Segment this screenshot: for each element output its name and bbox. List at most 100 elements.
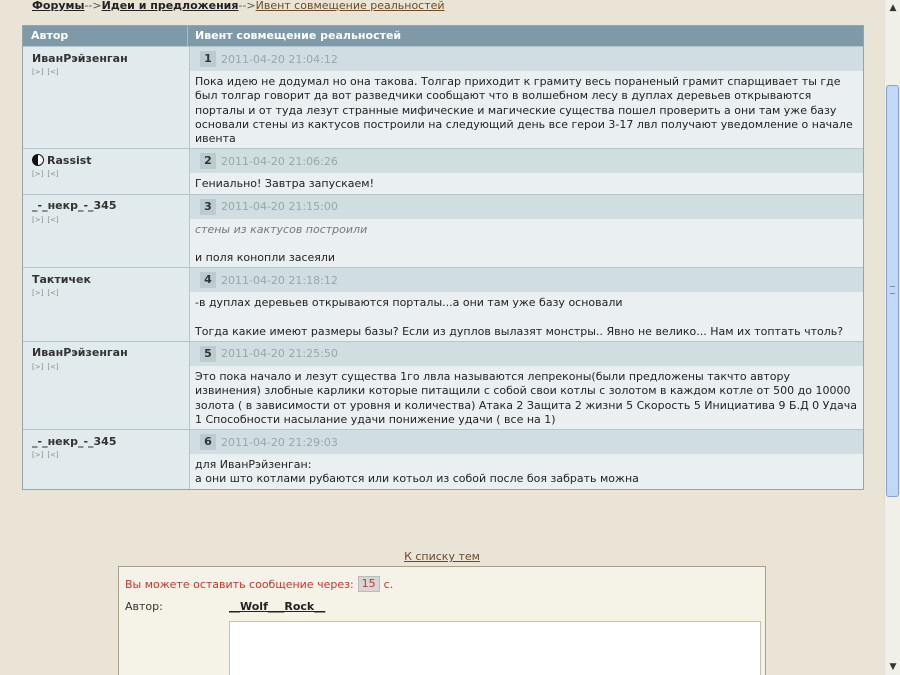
- post-date: 2011-04-20 21:06:26: [221, 154, 338, 168]
- cooldown-text: Вы можете оставить сообщение через:: [125, 577, 354, 591]
- post-text: Гениально! Завтра запускаем!: [190, 173, 863, 193]
- post-row: Тактичек [>] [<] 4 2011-04-20 21:18:12 -…: [23, 267, 863, 341]
- post-author-cell: _-_некр_-_345 [>] [<]: [23, 194, 190, 268]
- author-name-text[interactable]: ИванРэйзенган: [32, 346, 128, 359]
- scrollbar-thumb[interactable]: [886, 85, 899, 497]
- author-name[interactable]: _-_некр_-_345: [32, 434, 189, 448]
- post-text: -в дуплах деревьев открываются порталы..…: [190, 292, 863, 341]
- topic-table: Автор Ивент совмещение реальностей ИванР…: [22, 25, 864, 490]
- reply-link[interactable]: [<]: [47, 216, 58, 224]
- post-body: 2 2011-04-20 21:06:26 Гениально! Завтра …: [190, 149, 863, 194]
- post-header: 3 2011-04-20 21:15:00: [190, 194, 863, 219]
- post-number[interactable]: 6: [200, 434, 216, 451]
- vertical-scrollbar[interactable]: ▲ ▼: [884, 0, 900, 675]
- breadcrumb-current-topic[interactable]: Ивент совмещение реальностей: [256, 0, 445, 12]
- back-to-list: К списку тем: [0, 550, 884, 563]
- post-header: 2 2011-04-20 21:06:26: [190, 149, 863, 174]
- table-header: Автор Ивент совмещение реальностей: [23, 26, 863, 46]
- reply-link[interactable]: [<]: [47, 363, 58, 371]
- cooldown-unit: с.: [383, 577, 394, 591]
- breadcrumb: Форумы-->Идеи и предложения-->Ивент совм…: [32, 0, 445, 13]
- author-name-text[interactable]: Rassist: [47, 154, 92, 167]
- profile-link[interactable]: [>]: [32, 451, 43, 459]
- post-row: Rassist [>] [<] 2 2011-04-20 21:06:26 Ге…: [23, 148, 863, 194]
- post-text: Пока идею не додумал но она такова. Толг…: [190, 71, 863, 148]
- message-textarea[interactable]: [229, 621, 761, 675]
- reply-link[interactable]: [<]: [47, 68, 58, 76]
- post-number[interactable]: 4: [200, 272, 216, 289]
- post-actions: [>] [<]: [32, 289, 189, 297]
- post-actions: [>] [<]: [32, 216, 189, 224]
- author-value: __Wolf___Rock__: [229, 600, 326, 613]
- author-name-text[interactable]: _-_некр_-_345: [32, 435, 117, 448]
- post-date: 2011-04-20 21:18:12: [221, 273, 338, 287]
- author-name[interactable]: Тактичек: [32, 272, 189, 286]
- author-name-text[interactable]: ИванРэйзенган: [32, 52, 128, 65]
- post-paragraph: -в дуплах деревьев открываются порталы..…: [195, 296, 623, 310]
- post-row: _-_некр_-_345 [>] [<] 3 2011-04-20 21:15…: [23, 193, 863, 268]
- post-author-cell: ИванРэйзенган [>] [<]: [23, 47, 190, 149]
- post-paragraph: а они што котлами рубаются или котьол из…: [195, 472, 639, 486]
- author-name-text[interactable]: Тактичек: [32, 273, 91, 286]
- post-number[interactable]: 2: [200, 153, 216, 170]
- post-paragraph: Гениально! Завтра запускаем!: [195, 177, 375, 191]
- post-number[interactable]: 3: [200, 198, 216, 215]
- profile-link[interactable]: [>]: [32, 289, 43, 297]
- author-name[interactable]: _-_некр_-_345: [32, 199, 189, 213]
- post-row: _-_некр_-_345 [>] [<] 6 2011-04-20 21:29…: [23, 429, 863, 489]
- post-author-cell: _-_некр_-_345 [>] [<]: [23, 430, 190, 489]
- post-number[interactable]: 1: [200, 51, 216, 67]
- post-text: для ИванРэйзенган: а они што котлами руб…: [190, 454, 863, 489]
- post-date: 2011-04-20 21:04:12: [221, 52, 338, 66]
- reply-link[interactable]: [<]: [47, 170, 58, 178]
- post-quote: стены из кактусов построили: [195, 222, 368, 236]
- profile-link[interactable]: [>]: [32, 216, 43, 224]
- author-name-text[interactable]: _-_некр_-_345: [32, 199, 117, 212]
- author-name[interactable]: ИванРэйзенган: [32, 51, 189, 65]
- post-actions: [>] [<]: [32, 363, 189, 371]
- post-header: 5 2011-04-20 21:25:50: [190, 341, 863, 366]
- page: Форумы-->Идеи и предложения-->Ивент совм…: [0, 0, 884, 675]
- author-name[interactable]: ИванРэйзенган: [32, 346, 189, 360]
- author-label: Автор:: [125, 600, 163, 613]
- author-name[interactable]: Rassist: [32, 153, 189, 167]
- topic-column-header: Ивент совмещение реальностей: [195, 29, 402, 42]
- post-body: 3 2011-04-20 21:15:00 стены из кактусов …: [190, 194, 863, 268]
- profile-link[interactable]: [>]: [32, 170, 43, 178]
- profile-link[interactable]: [>]: [32, 68, 43, 76]
- arrow-down-icon[interactable]: ▼: [885, 659, 900, 675]
- post-author-cell: ИванРэйзенган [>] [<]: [23, 341, 190, 430]
- arrow-up-icon[interactable]: ▲: [885, 0, 900, 16]
- breadcrumb-separator: -->: [84, 0, 102, 12]
- post-header: 6 2011-04-20 21:29:03: [190, 430, 863, 455]
- reply-form: Вы можете оставить сообщение через: 15 с…: [118, 566, 766, 675]
- post-author-cell: Rassist [>] [<]: [23, 149, 190, 194]
- post-date: 2011-04-20 21:15:00: [221, 200, 338, 214]
- reply-link[interactable]: [<]: [47, 289, 58, 297]
- back-to-list-link[interactable]: К списку тем: [404, 550, 480, 563]
- post-paragraph: и поля конопли засеяли: [195, 251, 336, 265]
- post-row: ИванРэйзенган [>] [<] 5 2011-04-20 21:25…: [23, 340, 863, 430]
- post-cooldown-notice: Вы можете оставить сообщение через: 15 с…: [125, 576, 393, 592]
- post-actions: [>] [<]: [32, 451, 189, 459]
- post-body: 4 2011-04-20 21:18:12 -в дуплах деревьев…: [190, 268, 863, 341]
- post-paragraph: Пока идею не додумал но она такова. Толг…: [195, 75, 853, 146]
- breadcrumb-ideas-link[interactable]: Идеи и предложения: [102, 0, 239, 12]
- yin-yang-icon: [32, 154, 44, 167]
- post-actions: [>] [<]: [32, 170, 189, 178]
- breadcrumb-separator: -->: [238, 0, 256, 12]
- post-text: Это пока начало и лезут существа 1го лвл…: [190, 366, 863, 429]
- post-date: 2011-04-20 21:25:50: [221, 347, 338, 361]
- post-author-cell: Тактичек [>] [<]: [23, 268, 190, 341]
- grip-icon: [890, 286, 895, 294]
- post-body: 6 2011-04-20 21:29:03 для ИванРэйзенган:…: [190, 430, 863, 489]
- post-date: 2011-04-20 21:29:03: [221, 435, 338, 449]
- reply-link[interactable]: [<]: [47, 451, 58, 459]
- post-paragraph: Это пока начало и лезут существа 1го лвл…: [195, 369, 857, 426]
- post-paragraph: Тогда какие имеют размеры базы? Если из …: [195, 324, 844, 338]
- breadcrumb-forums-link[interactable]: Форумы: [32, 0, 84, 12]
- post-paragraph: для ИванРэйзенган:: [195, 458, 312, 472]
- author-column-header: Автор: [23, 26, 188, 46]
- post-number[interactable]: 5: [200, 345, 216, 362]
- profile-link[interactable]: [>]: [32, 363, 43, 371]
